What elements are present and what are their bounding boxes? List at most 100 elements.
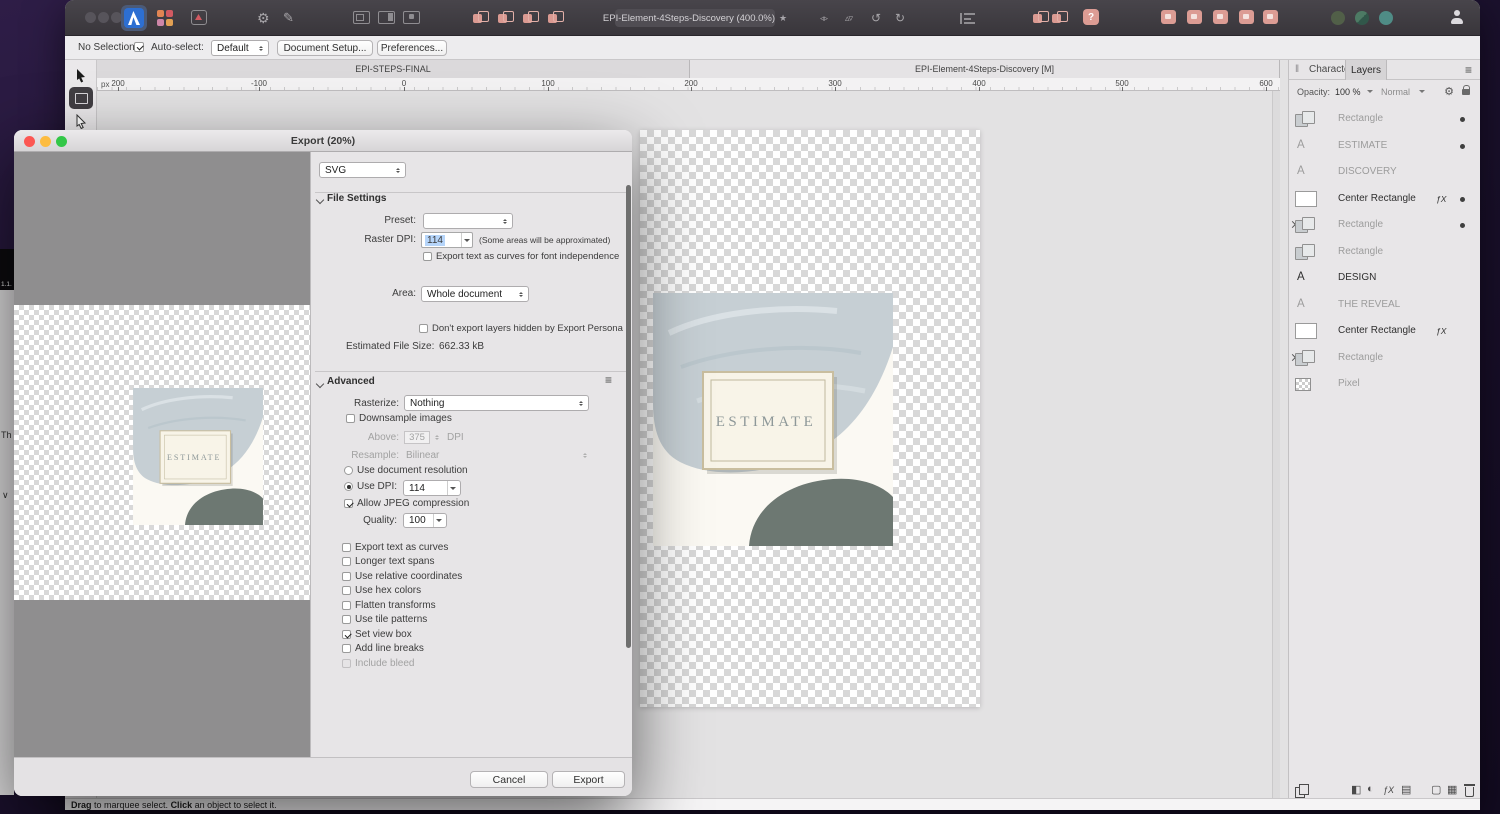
fx-icon[interactable]: ƒX: [1436, 194, 1446, 204]
rotate-cw-icon[interactable]: ↻: [895, 0, 905, 36]
opt-set-view-box-checkbox[interactable]: [342, 630, 351, 639]
designer-persona-button[interactable]: [121, 5, 147, 31]
window-close-button[interactable]: [85, 12, 96, 23]
tab-layers[interactable]: Layers: [1345, 60, 1387, 80]
snap-option-icon-3[interactable]: [1213, 10, 1228, 24]
cancel-button[interactable]: Cancel: [470, 771, 548, 788]
opacity-value[interactable]: 100 %: [1335, 87, 1361, 97]
flip-vertical-icon[interactable]: ▵▿: [845, 0, 852, 36]
preset-dropdown[interactable]: [423, 213, 513, 229]
settings-gear-icon[interactable]: ⚙: [257, 0, 270, 36]
layer-dot[interactable]: [1460, 117, 1465, 122]
export-button[interactable]: Export: [552, 771, 625, 788]
blend-mode-value[interactable]: Normal: [1381, 87, 1410, 97]
advanced-header[interactable]: Advanced: [327, 376, 375, 387]
quality-dropdown[interactable]: 100: [403, 513, 447, 528]
export-persona-icon[interactable]: [191, 10, 207, 25]
opt-add-line-breaks-checkbox[interactable]: [342, 644, 351, 653]
layer-dot[interactable]: [1460, 197, 1465, 202]
panel-menu-icon[interactable]: ≡: [1465, 63, 1472, 77]
file-settings-header[interactable]: File Settings: [327, 193, 386, 204]
advanced-disclosure-icon[interactable]: [316, 380, 324, 388]
layer-row-the-reveal[interactable]: A THE REVEAL: [1289, 292, 1481, 318]
layer-dot[interactable]: [1460, 144, 1465, 149]
snap-option-icon-4[interactable]: [1239, 10, 1254, 24]
opt-relative-coordinates-checkbox[interactable]: [342, 572, 351, 581]
window-minimize-button[interactable]: [98, 12, 109, 23]
blend-mode-dropdown-icon[interactable]: [1419, 90, 1425, 96]
rasterize-dropdown[interactable]: Nothing: [404, 395, 589, 411]
insert-on-top-icon[interactable]: [523, 11, 537, 24]
layer-effects-icon[interactable]: ƒX: [1383, 785, 1394, 795]
insert-behind-icon[interactable]: [473, 11, 487, 24]
group-layers-icon[interactable]: ▦: [1447, 783, 1457, 796]
tab-epi-element-discovery[interactable]: EPI-Element-4Steps-Discovery [M]: [690, 60, 1280, 78]
use-dpi-dropdown[interactable]: 114: [403, 480, 461, 496]
layer-row-rectangle-1[interactable]: Rectangle ƒX: [1289, 106, 1481, 132]
layer-row-center-rectangle-1[interactable]: Center Rectangle ƒX: [1289, 186, 1481, 212]
opacity-dropdown-icon[interactable]: [1367, 90, 1373, 96]
arrange-back-icon[interactable]: [1052, 11, 1066, 24]
dialog-minimize-button[interactable]: [40, 136, 51, 147]
hidden-layers-checkbox[interactable]: [419, 324, 428, 333]
delete-layer-icon[interactable]: [1465, 787, 1474, 797]
help-icon[interactable]: ?: [1083, 9, 1099, 25]
dialog-zoom-button[interactable]: [56, 136, 67, 147]
arrange-forward-icon[interactable]: [1033, 11, 1047, 24]
color-swatch-teal[interactable]: [1379, 11, 1393, 25]
layer-settings-gear-icon[interactable]: ⚙: [1444, 85, 1454, 98]
duplicate-layers-icon[interactable]: [1295, 784, 1308, 797]
snap-option-icon-2[interactable]: [1187, 10, 1202, 24]
snap-option-icon-5[interactable]: [1263, 10, 1278, 24]
rotate-ccw-icon[interactable]: ↺: [871, 0, 881, 36]
layer-row-center-rectangle-2[interactable]: Center Rectangle ƒX: [1289, 318, 1481, 344]
artboard-icon-2[interactable]: [378, 11, 395, 24]
layer-row-rectangle-2[interactable]: Rectangle ƒX: [1289, 212, 1481, 238]
live-filter-icon[interactable]: ▤: [1401, 783, 1411, 796]
insert-inside-icon[interactable]: [498, 11, 512, 24]
panel-drag-handle-icon[interactable]: ‖: [1295, 64, 1299, 75]
dialog-scrollbar[interactable]: [626, 185, 631, 648]
opt-export-text-curves-checkbox[interactable]: [342, 543, 351, 552]
layer-row-estimate[interactable]: A ESTIMATE ƒX: [1289, 133, 1481, 159]
layer-row-discovery[interactable]: A DISCOVERY: [1289, 159, 1481, 185]
auto-select-dropdown[interactable]: Default: [211, 40, 269, 56]
snap-option-icon-1[interactable]: [1161, 10, 1176, 24]
fill-layer-icon[interactable]: ◧: [1351, 783, 1361, 796]
fx-icon[interactable]: ƒX: [1436, 326, 1446, 336]
account-icon[interactable]: [1449, 10, 1464, 25]
advanced-menu-icon[interactable]: ≡: [605, 373, 612, 387]
artboard-icon-3[interactable]: [403, 11, 420, 24]
file-settings-disclosure-icon[interactable]: [316, 196, 324, 204]
jpeg-compression-checkbox[interactable]: [344, 499, 353, 508]
document-setup-button[interactable]: Document Setup...: [277, 40, 373, 56]
auto-select-checkbox[interactable]: [134, 42, 144, 52]
layer-row-rectangle-4[interactable]: Rectangle: [1289, 345, 1481, 371]
layer-row-pixel[interactable]: Pixel: [1289, 371, 1481, 397]
layer-row-design[interactable]: A DESIGN: [1289, 265, 1481, 291]
replace-selection-icon[interactable]: [548, 11, 562, 24]
mask-layer-icon[interactable]: ▢: [1431, 783, 1441, 796]
area-dropdown[interactable]: Whole document: [421, 286, 529, 302]
use-doc-resolution-radio[interactable]: [344, 466, 353, 475]
color-swatch-green[interactable]: [1355, 11, 1369, 25]
dialog-close-button[interactable]: [24, 136, 35, 147]
vector-crop-tool[interactable]: [69, 87, 93, 109]
pixel-persona-icon[interactable]: [157, 10, 173, 26]
layer-dot[interactable]: [1460, 223, 1465, 228]
layer-row-rectangle-3[interactable]: Rectangle: [1289, 239, 1481, 265]
move-tool[interactable]: [69, 64, 93, 86]
opt-hex-colors-checkbox[interactable]: [342, 586, 351, 595]
pen-tool-icon[interactable]: ✎: [283, 0, 294, 36]
opt-longer-text-spans-checkbox[interactable]: [342, 557, 351, 566]
opt-tile-patterns-checkbox[interactable]: [342, 615, 351, 624]
node-tool[interactable]: [69, 110, 93, 132]
downsample-checkbox[interactable]: [346, 414, 355, 423]
raster-dpi-input[interactable]: 114: [421, 232, 473, 248]
artboard-icon-1[interactable]: [353, 11, 370, 24]
opt-flatten-transforms-checkbox[interactable]: [342, 601, 351, 610]
tab-epi-steps-final[interactable]: EPI-STEPS-FINAL: [97, 60, 690, 78]
format-dropdown[interactable]: SVG: [319, 162, 406, 178]
favorite-star-icon[interactable]: ★: [779, 13, 787, 24]
use-dpi-radio[interactable]: [344, 482, 353, 491]
